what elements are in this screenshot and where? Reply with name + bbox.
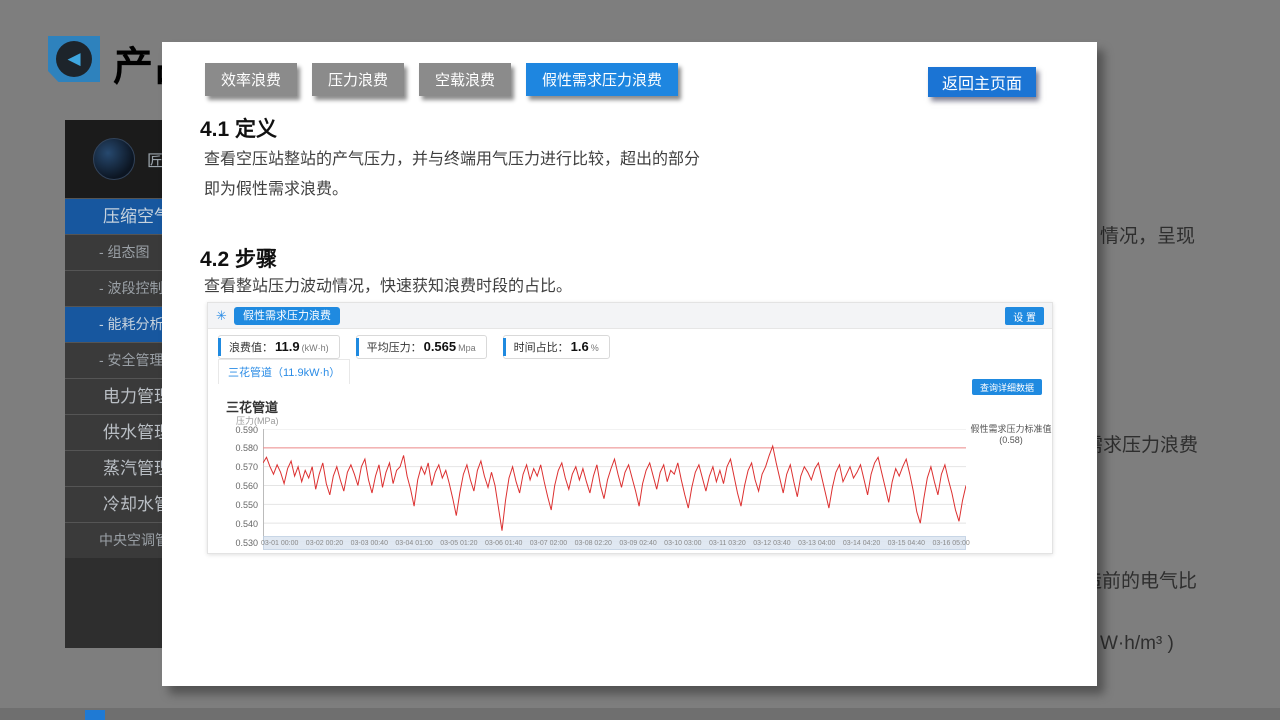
sidebar-logo-text: 匠 — [147, 147, 163, 171]
content-modal: 效率浪费压力浪费空载浪费假性需求压力浪费 返回主页面 4.1 定义 查看空压站整… — [162, 42, 1097, 686]
bg-text-fragment: 造前的电气比 — [1083, 566, 1197, 593]
stat-value: 1.6 — [571, 339, 589, 354]
chart-x-ticks: 03-01 00:00 03-02 00:20 03-03 00:40 03-04 0… — [261, 540, 970, 547]
x-tick-label: 03-16 05:00 — [932, 540, 969, 547]
return-home-button[interactable]: 返回主页面 — [928, 67, 1036, 97]
snowflake-icon: ✳ — [216, 308, 227, 324]
x-tick-label: 03-13 04:00 — [798, 540, 835, 547]
x-tick-label: 03-02 00:20 — [306, 540, 343, 547]
bg-text-fragment: 情况，呈现 — [1100, 221, 1195, 248]
x-tick-label: 03-08 02:20 — [575, 540, 612, 547]
query-detail-button[interactable]: 查询详细数据 — [972, 379, 1042, 395]
x-tick-label: 03-14 04:20 — [843, 540, 880, 547]
x-tick-label: 03-10 03:00 — [664, 540, 701, 547]
x-tick-label: 03-04 01:00 — [395, 540, 432, 547]
x-tick-label: 03-15 04:40 — [888, 540, 925, 547]
y-tick-label: 0.560 — [208, 481, 258, 491]
stat-value: 0.565 — [424, 339, 457, 354]
y-tick-label: 0.530 — [208, 538, 258, 548]
stats-row: 浪费值：11.9(kW·h) 平均压力：0.565Mpa 时间占比：1.6% — [218, 335, 610, 359]
y-tick-label: 0.590 — [208, 425, 258, 435]
bg-text-fragment: 需求压力浪费 — [1084, 430, 1198, 457]
tab-1[interactable]: 效率浪费 — [205, 63, 297, 96]
x-tick-label: 03-09 02:40 — [619, 540, 656, 547]
dashboard-title-badge: 假性需求压力浪费 — [234, 307, 340, 325]
bg-text-fragment: W·h/m³ ) — [1100, 633, 1174, 655]
settings-button[interactable]: 设 置 — [1005, 307, 1044, 325]
back-logo-badge[interactable]: ◀ — [48, 36, 100, 82]
stat-card: 时间占比：1.6% — [503, 335, 610, 359]
stat-unit: % — [591, 343, 599, 353]
waste-type-tabs: 效率浪费压力浪费空载浪费假性需求压力浪费 — [205, 63, 678, 96]
x-tick-label: 03-06 01:40 — [485, 540, 522, 547]
x-tick-label: 03-01 00:00 — [261, 540, 298, 547]
section-body-definition: 查看空压站整站的产气压力，并与终端用气压力进行比较，超出的部分 即为假性需求浪费… — [204, 145, 744, 204]
x-tick-label: 03-03 00:40 — [351, 540, 388, 547]
x-tick-label: 03-11 03:20 — [709, 540, 746, 547]
app-logo-icon — [93, 138, 135, 180]
stat-label: 平均压力： — [367, 339, 422, 355]
y-tick-label: 0.550 — [208, 500, 258, 510]
y-tick-label: 0.540 — [208, 519, 258, 529]
section-heading-definition: 4.1 定义 — [200, 113, 277, 143]
stat-card: 浪费值：11.9(kW·h) — [218, 335, 340, 359]
section-body-steps: 查看整站压力波动情况，快速获知浪费时段的占比。 — [204, 272, 744, 302]
threshold-annotation: 假性需求压力标准值 (0.58) — [968, 424, 1054, 447]
section-heading-steps: 4.2 步骤 — [200, 243, 277, 273]
x-tick-label: 03-07 02:00 — [530, 540, 567, 547]
bottom-blue-chip — [85, 710, 105, 720]
back-arrow-icon: ◀ — [56, 41, 92, 77]
pipeline-tab[interactable]: 三花管道（11.9kW·h） — [218, 359, 350, 384]
embedded-dashboard: ✳ 假性需求压力浪费 设 置 浪费值：11.9(kW·h) 平均压力：0.565M… — [207, 302, 1053, 554]
x-tick-label: 03-05 01:20 — [440, 540, 477, 547]
tab-2[interactable]: 压力浪费 — [312, 63, 404, 96]
stat-label: 浪费值： — [229, 339, 273, 355]
bottom-strip — [0, 708, 1280, 720]
stat-unit: Mpa — [458, 343, 476, 353]
y-tick-label: 0.580 — [208, 443, 258, 453]
stat-value: 11.9 — [275, 339, 300, 354]
stat-unit: (kW·h) — [302, 343, 329, 353]
pressure-line-chart — [263, 429, 966, 542]
tab-4[interactable]: 假性需求压力浪费 — [526, 63, 678, 96]
stat-label: 时间占比： — [514, 339, 569, 355]
tab-3[interactable]: 空载浪费 — [419, 63, 511, 96]
stage: ◀ 产品 匠 压缩空气- 组态图- 波段控制- 能耗分析- 安全管理电力管理供水… — [0, 0, 1280, 720]
y-tick-label: 0.570 — [208, 462, 258, 472]
x-tick-label: 03-12 03:40 — [753, 540, 790, 547]
stat-card: 平均压力：0.565Mpa — [356, 335, 487, 359]
